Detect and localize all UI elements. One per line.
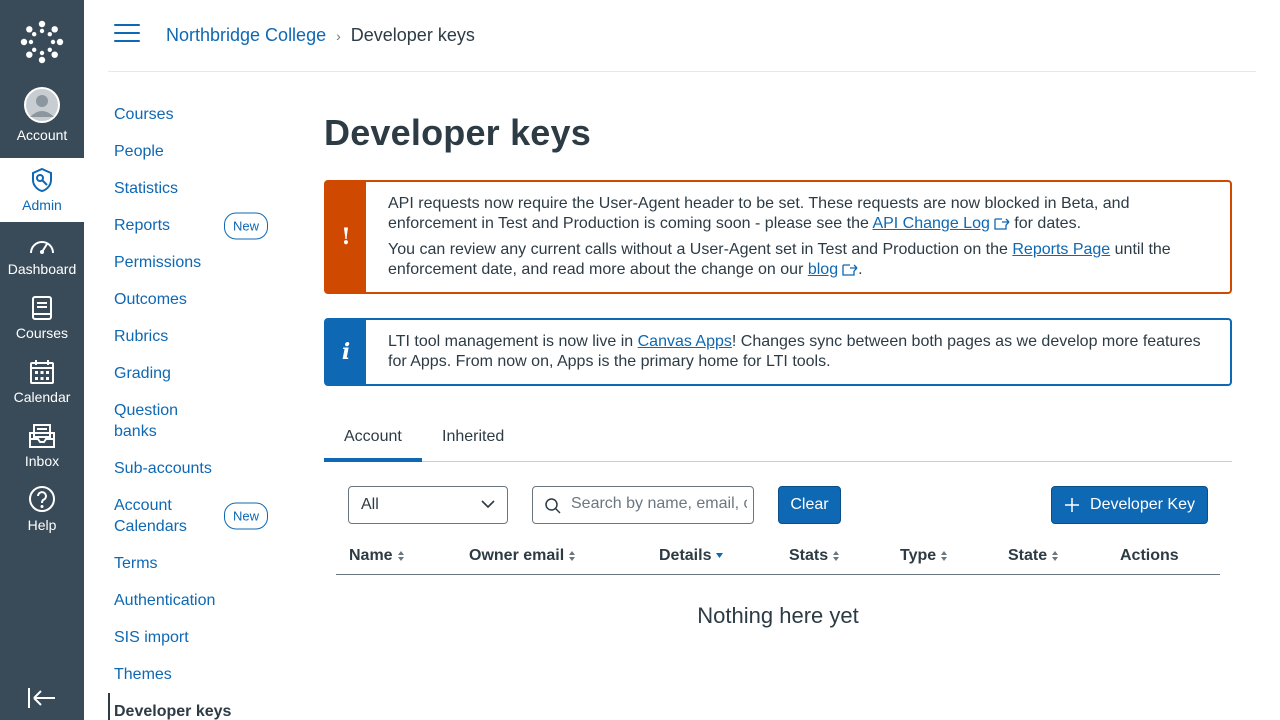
lti-info-alert: i LTI tool management is now live in Can… (324, 318, 1232, 386)
breadcrumb-root-link[interactable]: Northbridge College (166, 25, 326, 46)
gnav-help[interactable]: Help (0, 478, 84, 542)
sidebar-item-authentication[interactable]: Authentication (108, 582, 288, 619)
new-badge: New (224, 502, 269, 530)
gnav-admin-label: Admin (22, 197, 62, 213)
key-tabs: Account Inherited (324, 420, 1232, 462)
sidebar-item-themes[interactable]: Themes (108, 656, 288, 693)
sidebar-item-developer-keys[interactable]: Developer keys (108, 693, 288, 720)
chevron-down-icon (481, 500, 495, 509)
sidebar-item-sub-accounts[interactable]: Sub-accounts (108, 450, 288, 487)
alert-paragraph: API requests now require the User-Agent … (388, 195, 1130, 232)
gnav-dashboard-label: Dashboard (7, 261, 77, 277)
canvas-logo-icon[interactable] (0, 0, 84, 84)
user-agent-warning-alert: ! API requests now require the User-Agen… (324, 180, 1232, 294)
page-header: Northbridge College › Developer keys (108, 0, 1256, 72)
column-header-name[interactable]: Name (349, 547, 404, 565)
inbox-icon (29, 424, 55, 448)
sidebar-item-question-banks[interactable]: Question banks (108, 392, 288, 450)
dashboard-gauge-icon (30, 241, 54, 254)
sidebar-item-grading[interactable]: Grading (108, 355, 288, 392)
blog-link[interactable]: blog (808, 261, 838, 278)
gnav-help-label: Help (27, 517, 57, 533)
sidebar-item-permissions[interactable]: Permissions (108, 244, 288, 281)
account-avatar-icon (24, 87, 60, 123)
account-sidebar: Courses People Statistics Reports New Per… (108, 96, 288, 720)
tab-account[interactable]: Account (324, 420, 422, 462)
external-link-icon (842, 264, 858, 276)
gnav-admin[interactable]: Admin (0, 158, 84, 222)
column-header-stats[interactable]: Stats (789, 547, 840, 565)
info-icon: i (326, 320, 366, 384)
api-change-log-link[interactable]: API Change Log (872, 215, 989, 232)
external-link-icon (994, 218, 1010, 230)
courses-book-icon (32, 296, 52, 320)
filter-toolbar: All Clear Developer Key (324, 462, 1232, 538)
sidebar-item-reports[interactable]: Reports New (108, 207, 288, 244)
gnav-courses-label: Courses (15, 325, 69, 341)
sidebar-item-statistics[interactable]: Statistics (108, 170, 288, 207)
sort-descending-icon (716, 553, 724, 558)
column-header-details[interactable]: Details (659, 547, 724, 565)
main-content: Developer keys ! API requests now requir… (324, 96, 1232, 629)
gnav-dashboard[interactable]: Dashboard (0, 222, 84, 286)
clear-button[interactable]: Clear (778, 486, 841, 524)
tab-inherited[interactable]: Inherited (422, 420, 524, 462)
gnav-inbox-label: Inbox (24, 453, 60, 469)
column-header-owner-email[interactable]: Owner email (469, 547, 576, 565)
sidebar-item-people[interactable]: People (108, 133, 288, 170)
alert-paragraph: LTI tool management is now live in Canva… (388, 333, 1201, 370)
calendar-icon (30, 360, 54, 384)
sidebar-item-rubrics[interactable]: Rubrics (108, 318, 288, 355)
alert-paragraph: You can review any current calls without… (388, 241, 1171, 278)
canvas-apps-link[interactable]: Canvas Apps (638, 333, 732, 350)
empty-state-message: Nothing here yet (697, 603, 859, 628)
breadcrumb-separator-icon: › (336, 27, 341, 44)
sidebar-item-outcomes[interactable]: Outcomes (108, 281, 288, 318)
gnav-calendar[interactable]: Calendar (0, 350, 84, 414)
new-badge: New (224, 212, 269, 239)
warning-exclamation-icon: ! (326, 182, 366, 292)
gnav-courses[interactable]: Courses (0, 286, 84, 350)
gnav-account-label: Account (16, 127, 68, 143)
sidebar-item-account-calendars[interactable]: Account Calendars New (108, 487, 288, 545)
collapse-nav-icon[interactable] (26, 686, 58, 710)
column-header-type[interactable]: Type (900, 547, 948, 565)
plus-icon (1065, 498, 1080, 512)
search-field (532, 486, 754, 524)
admin-shield-icon (32, 167, 52, 193)
key-filter-select[interactable]: All (348, 486, 508, 524)
select-value: All (361, 496, 379, 513)
developer-keys-table: Name Owner email Details Stats Type Stat… (336, 538, 1220, 629)
sort-icon (941, 551, 948, 561)
sidebar-item-courses[interactable]: Courses (108, 96, 288, 133)
table-header: Name Owner email Details Stats Type Stat… (336, 538, 1220, 575)
column-header-state[interactable]: State (1008, 547, 1059, 565)
search-input[interactable] (571, 495, 747, 513)
column-header-actions: Actions (1120, 547, 1179, 564)
add-developer-key-button[interactable]: Developer Key (1051, 486, 1208, 524)
gnav-account[interactable]: Account (0, 86, 84, 152)
search-icon (545, 498, 561, 514)
gnav-calendar-label: Calendar (13, 389, 71, 405)
sort-icon (833, 551, 840, 561)
global-nav: Account Admin Dashboard Courses Calendar… (0, 0, 84, 720)
add-developer-key-label: Developer Key (1090, 496, 1195, 513)
sort-icon (569, 551, 576, 561)
sidebar-item-terms[interactable]: Terms (108, 545, 288, 582)
breadcrumb: Northbridge College › Developer keys (166, 25, 475, 46)
page-title: Developer keys (324, 112, 591, 153)
gnav-inbox[interactable]: Inbox (0, 414, 84, 478)
sidebar-item-sis-import[interactable]: SIS import (108, 619, 288, 656)
reports-page-link[interactable]: Reports Page (1012, 241, 1110, 258)
sort-icon (397, 551, 404, 561)
sort-icon (1052, 551, 1059, 561)
breadcrumb-current: Developer keys (350, 25, 475, 45)
hamburger-menu-icon[interactable] (114, 24, 140, 48)
help-icon (29, 486, 55, 512)
